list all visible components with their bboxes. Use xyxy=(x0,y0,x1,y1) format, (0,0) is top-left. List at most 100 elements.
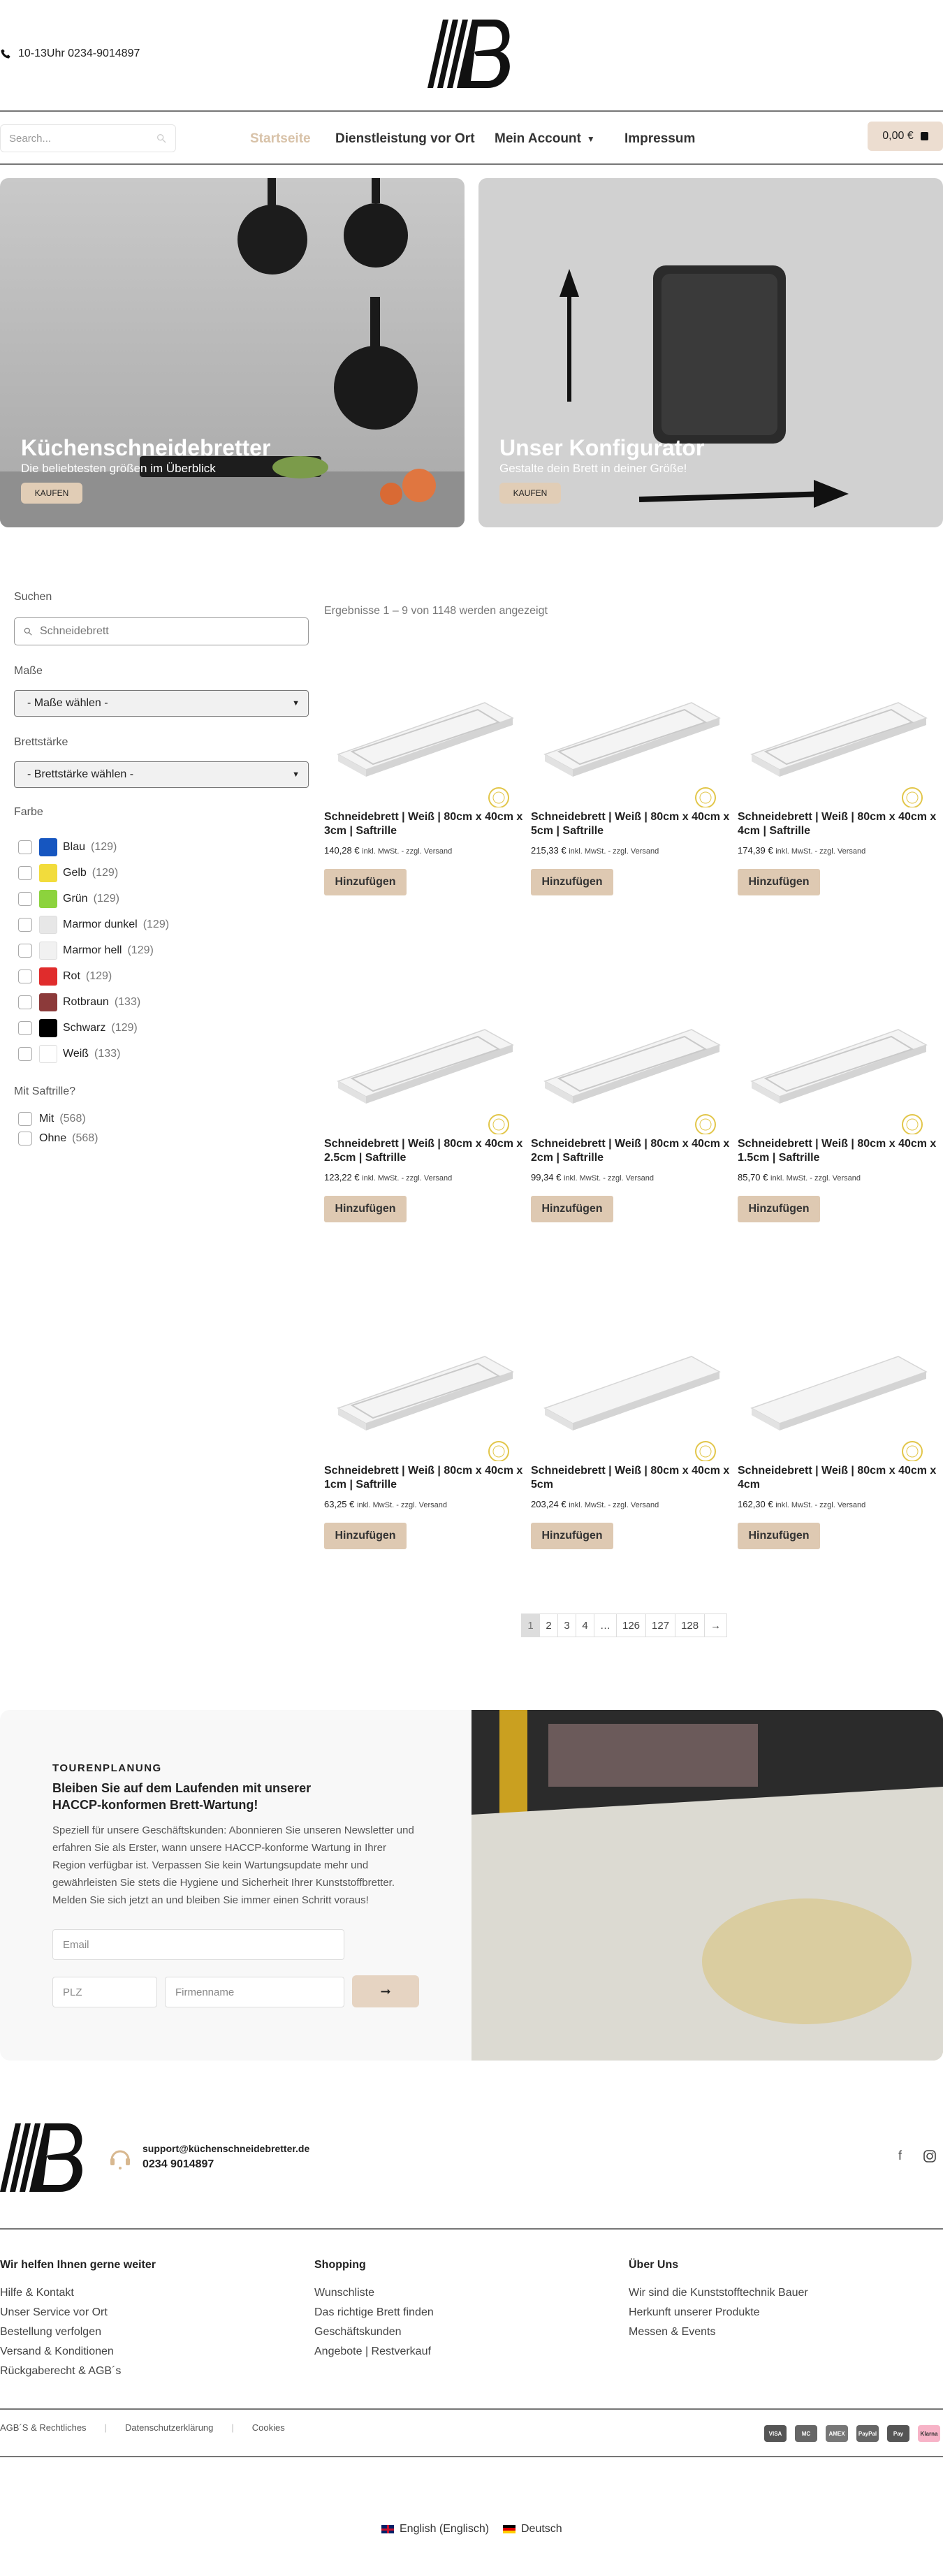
lang-english[interactable]: English (Englisch) xyxy=(381,2523,489,2535)
add-to-cart-button[interactable]: Hinzufügen xyxy=(738,1196,820,1222)
color-option[interactable]: Gelb (129) xyxy=(18,860,169,886)
product-card[interactable]: Schneidebrett | Weiß | 80cm x 40cm x 4cm… xyxy=(738,668,940,961)
page-link[interactable]: 126 xyxy=(617,1614,647,1637)
footer-link[interactable]: Unser Service vor Ort xyxy=(0,2306,156,2326)
nav-impressum[interactable]: Impressum xyxy=(624,131,695,147)
color-option[interactable]: Rot (129) xyxy=(18,963,169,989)
legal-link[interactable]: Cookies xyxy=(252,2422,285,2433)
product-image[interactable] xyxy=(531,995,733,1134)
footer-logo[interactable] xyxy=(0,2123,87,2192)
product-title[interactable]: Schneidebrett | Weiß | 80cm x 40cm x 1cm… xyxy=(324,1464,527,1492)
product-title[interactable]: Schneidebrett | Weiß | 80cm x 40cm x 5cm xyxy=(531,1464,733,1492)
hero-buy-button[interactable]: KAUFEN xyxy=(499,483,561,504)
product-image[interactable] xyxy=(738,1322,940,1461)
product-image[interactable] xyxy=(531,1322,733,1461)
footer-link[interactable]: Wir sind die Kunststofftechnik Bauer xyxy=(629,2287,808,2306)
add-to-cart-button[interactable]: Hinzufügen xyxy=(738,869,820,895)
product-title[interactable]: Schneidebrett | Weiß | 80cm x 40cm x 4cm xyxy=(738,1464,940,1492)
checkbox[interactable] xyxy=(18,1046,32,1061)
page-link[interactable]: 128 xyxy=(675,1614,706,1637)
color-option[interactable]: Blau (129) xyxy=(18,834,169,860)
footer-link[interactable]: Hilfe & Kontakt xyxy=(0,2287,156,2306)
product-title[interactable]: Schneidebrett | Weiß | 80cm x 40cm x 3cm… xyxy=(324,810,527,838)
product-image[interactable] xyxy=(738,668,940,807)
page-link[interactable]: 3 xyxy=(558,1614,576,1637)
nav-startseite[interactable]: Startseite xyxy=(250,131,311,147)
legal-link[interactable]: Datenschutzerklärung xyxy=(125,2422,213,2433)
add-to-cart-button[interactable]: Hinzufügen xyxy=(324,1523,407,1549)
product-card[interactable]: Schneidebrett | Weiß | 80cm x 40cm x 4cm… xyxy=(738,1322,940,1615)
product-card[interactable]: Schneidebrett | Weiß | 80cm x 40cm x 2cm… xyxy=(531,995,733,1288)
checkbox[interactable] xyxy=(18,969,32,983)
newsletter-company-field[interactable]: Firmenname xyxy=(165,1977,344,2007)
footer-link[interactable]: Wunschliste xyxy=(314,2287,434,2306)
footer-link[interactable]: Das richtige Brett finden xyxy=(314,2306,434,2326)
checkbox[interactable] xyxy=(18,1020,32,1035)
footer-link[interactable]: Versand & Konditionen xyxy=(0,2346,156,2365)
color-option[interactable]: Marmor dunkel (129) xyxy=(18,912,169,937)
color-option[interactable]: Weiß (133) xyxy=(18,1041,169,1067)
footer-link[interactable]: Geschäftskunden xyxy=(314,2326,434,2346)
newsletter-submit-button[interactable]: ➞ xyxy=(352,1975,419,2007)
checkbox[interactable] xyxy=(18,840,32,854)
product-title[interactable]: Schneidebrett | Weiß | 80cm x 40cm x 1.5… xyxy=(738,1137,940,1165)
product-title[interactable]: Schneidebrett | Weiß | 80cm x 40cm x 5cm… xyxy=(531,810,733,838)
product-card[interactable]: Schneidebrett | Weiß | 80cm x 40cm x 3cm… xyxy=(324,668,527,961)
product-image[interactable] xyxy=(324,668,527,807)
brand-logo[interactable] xyxy=(427,20,514,88)
checkbox[interactable] xyxy=(18,917,32,932)
nav-dienstleistung[interactable]: Dienstleistung vor Ort xyxy=(335,131,475,147)
product-card[interactable]: Schneidebrett | Weiß | 80cm x 40cm x 1.5… xyxy=(738,995,940,1288)
footer-link[interactable]: Herkunft unserer Produkte xyxy=(629,2306,808,2326)
color-option[interactable]: Schwarz (129) xyxy=(18,1015,169,1041)
page-link[interactable]: 4 xyxy=(576,1614,594,1637)
footer-link[interactable]: Angebote | Restverkauf xyxy=(314,2346,434,2365)
product-title[interactable]: Schneidebrett | Weiß | 80cm x 40cm x 4cm… xyxy=(738,810,940,838)
product-image[interactable] xyxy=(531,668,733,807)
product-image[interactable] xyxy=(324,995,527,1134)
product-title[interactable]: Schneidebrett | Weiß | 80cm x 40cm x 2cm… xyxy=(531,1137,733,1165)
page-link[interactable]: 2 xyxy=(540,1614,558,1637)
product-image[interactable] xyxy=(324,1322,527,1461)
color-option[interactable]: Grün (129) xyxy=(18,886,169,912)
footer-link[interactable]: Rückgaberecht & AGB´s xyxy=(0,2365,156,2385)
footer-phone[interactable]: 0234 9014897 xyxy=(142,2158,214,2171)
add-to-cart-button[interactable]: Hinzufügen xyxy=(531,1196,613,1222)
add-to-cart-button[interactable]: Hinzufügen xyxy=(531,1523,613,1549)
product-card[interactable]: Schneidebrett | Weiß | 80cm x 40cm x 1cm… xyxy=(324,1322,527,1615)
color-option[interactable]: Marmor hell (129) xyxy=(18,937,169,963)
add-to-cart-button[interactable]: Hinzufügen xyxy=(531,869,613,895)
product-title[interactable]: Schneidebrett | Weiß | 80cm x 40cm x 2.5… xyxy=(324,1137,527,1165)
checkbox[interactable] xyxy=(18,865,32,880)
legal-link[interactable]: AGB´S & Rechtliches xyxy=(0,2422,87,2433)
size-select[interactable]: - Maße wählen - ▼ xyxy=(14,690,309,717)
instagram-icon[interactable] xyxy=(923,2150,936,2162)
checkbox[interactable] xyxy=(18,891,32,906)
hero-buy-button[interactable]: KAUFEN xyxy=(21,483,82,504)
checkbox[interactable] xyxy=(18,995,32,1009)
groove-option-ohne[interactable]: Ohne (568) xyxy=(18,1129,98,1148)
page-link[interactable]: 1 xyxy=(522,1614,540,1637)
contact-phone[interactable]: 10-13Uhr 0234-9014897 xyxy=(0,47,140,60)
add-to-cart-button[interactable]: Hinzufügen xyxy=(738,1523,820,1549)
product-image[interactable] xyxy=(738,995,940,1134)
nav-mein-account[interactable]: Mein Account ▼ xyxy=(495,131,595,147)
product-card[interactable]: Schneidebrett | Weiß | 80cm x 40cm x 5cm… xyxy=(531,1322,733,1615)
hero-banner-configurator[interactable]: Unser Konfigurator Gestalte dein Brett i… xyxy=(478,178,943,527)
product-card[interactable]: Schneidebrett | Weiß | 80cm x 40cm x 2.5… xyxy=(324,995,527,1288)
search-icon[interactable] xyxy=(156,133,167,144)
checkbox[interactable] xyxy=(18,943,32,958)
lang-deutsch[interactable]: Deutsch xyxy=(503,2523,562,2535)
search-input[interactable]: Search... xyxy=(0,124,176,152)
add-to-cart-button[interactable]: Hinzufügen xyxy=(324,869,407,895)
color-option[interactable]: Rotbraun (133) xyxy=(18,989,169,1015)
thickness-select[interactable]: - Brettstärke wählen - ▼ xyxy=(14,761,309,788)
filter-search-input[interactable]: Schneidebrett xyxy=(14,617,309,645)
product-card[interactable]: Schneidebrett | Weiß | 80cm x 40cm x 5cm… xyxy=(531,668,733,961)
footer-link[interactable]: Messen & Events xyxy=(629,2326,808,2346)
add-to-cart-button[interactable]: Hinzufügen xyxy=(324,1196,407,1222)
page-link[interactable]: 127 xyxy=(646,1614,676,1637)
footer-link[interactable]: Bestellung verfolgen xyxy=(0,2326,156,2346)
newsletter-zip-field[interactable]: PLZ xyxy=(52,1977,157,2007)
cart-button[interactable]: 0,00 € xyxy=(868,122,943,151)
